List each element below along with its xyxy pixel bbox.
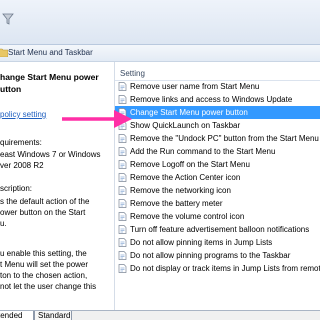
policy-setting-icon [118, 251, 127, 260]
policy-row-label: Remove links and access to Windows Updat… [130, 95, 293, 104]
policy-row[interactable]: Change Start Menu power button [115, 106, 320, 119]
policy-row-label: Do not allow pinning programs to the Tas… [130, 251, 291, 260]
policy-row[interactable]: Remove the volume control icon [115, 210, 320, 223]
policy-row[interactable]: Remove user name from Start Menu [115, 80, 320, 93]
policy-setting-icon [118, 134, 127, 143]
edit-policy-link[interactable]: policy setting [0, 110, 46, 119]
policy-row[interactable]: Remove the networking icon [115, 184, 320, 197]
policy-row-label: Show QuickLaunch on Taskbar [130, 121, 241, 130]
description-text: s the default action of the ower button … [0, 197, 90, 228]
policy-row-label: Do not display or track items in Jump Li… [130, 264, 320, 273]
policy-row-label: Do not allow pinning items in Jump Lists [130, 238, 273, 247]
policy-setting-icon [118, 173, 127, 182]
policy-row-label: Remove the Action Center icon [130, 173, 241, 182]
policy-setting-icon [118, 121, 127, 130]
policy-setting-icon [118, 212, 127, 221]
policy-row[interactable]: Turn off feature advertisement balloon n… [115, 223, 320, 236]
description-more-text: u enable this setting, the t Menu will s… [0, 249, 97, 291]
policy-row-label: Add the Run command to the Start Menu [130, 147, 276, 156]
header-title: Start Menu and Taskbar [8, 48, 93, 57]
policy-setting-icon [118, 199, 127, 208]
policy-setting-icon [118, 264, 127, 273]
policy-row[interactable]: Add the Run command to the Start Menu [115, 145, 320, 158]
policy-row-label: Remove the networking icon [130, 186, 231, 195]
policy-setting-icon [118, 238, 127, 247]
policy-row-label: Remove Logoff on the Start Menu [130, 160, 250, 169]
settings-list: Remove user name from Start Menu Remove l… [115, 80, 320, 275]
toolbar [0, 0, 320, 45]
policy-setting-icon [118, 108, 127, 117]
requirements-text: east Windows 7 or Windows ver 2008 R2 [0, 150, 101, 170]
policy-row[interactable]: Remove Logoff on the Start Menu [115, 158, 320, 171]
policy-row-label: Change Start Menu power button [130, 108, 248, 117]
policy-setting-icon [118, 82, 127, 91]
policy-title: hange Start Menu power utton [0, 72, 99, 94]
tab-standard[interactable]: Standard [34, 311, 72, 320]
policy-row-label: Turn off feature advertisement balloon n… [130, 225, 310, 234]
policy-header: Start Menu and Taskbar [0, 45, 320, 62]
description-label: scription: [0, 184, 33, 193]
policy-row[interactable]: Remove the "Undock PC" button from the S… [115, 132, 320, 145]
policy-row-label: Remove the volume control icon [130, 212, 245, 221]
policy-row[interactable]: Do not display or track items in Jump Li… [115, 262, 320, 275]
policy-row[interactable]: Show QuickLaunch on Taskbar [115, 119, 320, 132]
column-header[interactable]: Setting [115, 67, 320, 81]
policy-row[interactable]: Do not allow pinning items in Jump Lists [115, 236, 320, 249]
policy-setting-icon [118, 160, 127, 169]
policy-row[interactable]: Remove the battery meter [115, 197, 320, 210]
policy-row[interactable]: Remove links and access to Windows Updat… [115, 93, 320, 106]
policy-row[interactable]: Do not allow pinning programs to the Tas… [115, 249, 320, 262]
policy-row-label: Remove user name from Start Menu [130, 82, 260, 91]
description-pane: hange Start Menu power utton policy sett… [0, 62, 114, 310]
folder-icon [0, 48, 8, 57]
tab-bar: tended Standard [0, 310, 320, 320]
policy-setting-icon [118, 186, 127, 195]
policy-row[interactable]: Remove the Action Center icon [115, 171, 320, 184]
column-header-setting[interactable]: Setting [120, 69, 145, 78]
policy-row-label: Remove the "Undock PC" button from the S… [130, 134, 319, 143]
policy-setting-icon [118, 95, 127, 104]
policy-row-label: Remove the battery meter [130, 199, 223, 208]
filter-icon[interactable] [1, 12, 15, 26]
tab-extended[interactable]: tended [0, 311, 34, 320]
requirements-label: quirements: [0, 138, 42, 147]
settings-list-pane: Setting Remove user name from Start Menu… [115, 62, 320, 310]
policy-setting-icon [118, 147, 127, 156]
policy-setting-icon [118, 225, 127, 234]
